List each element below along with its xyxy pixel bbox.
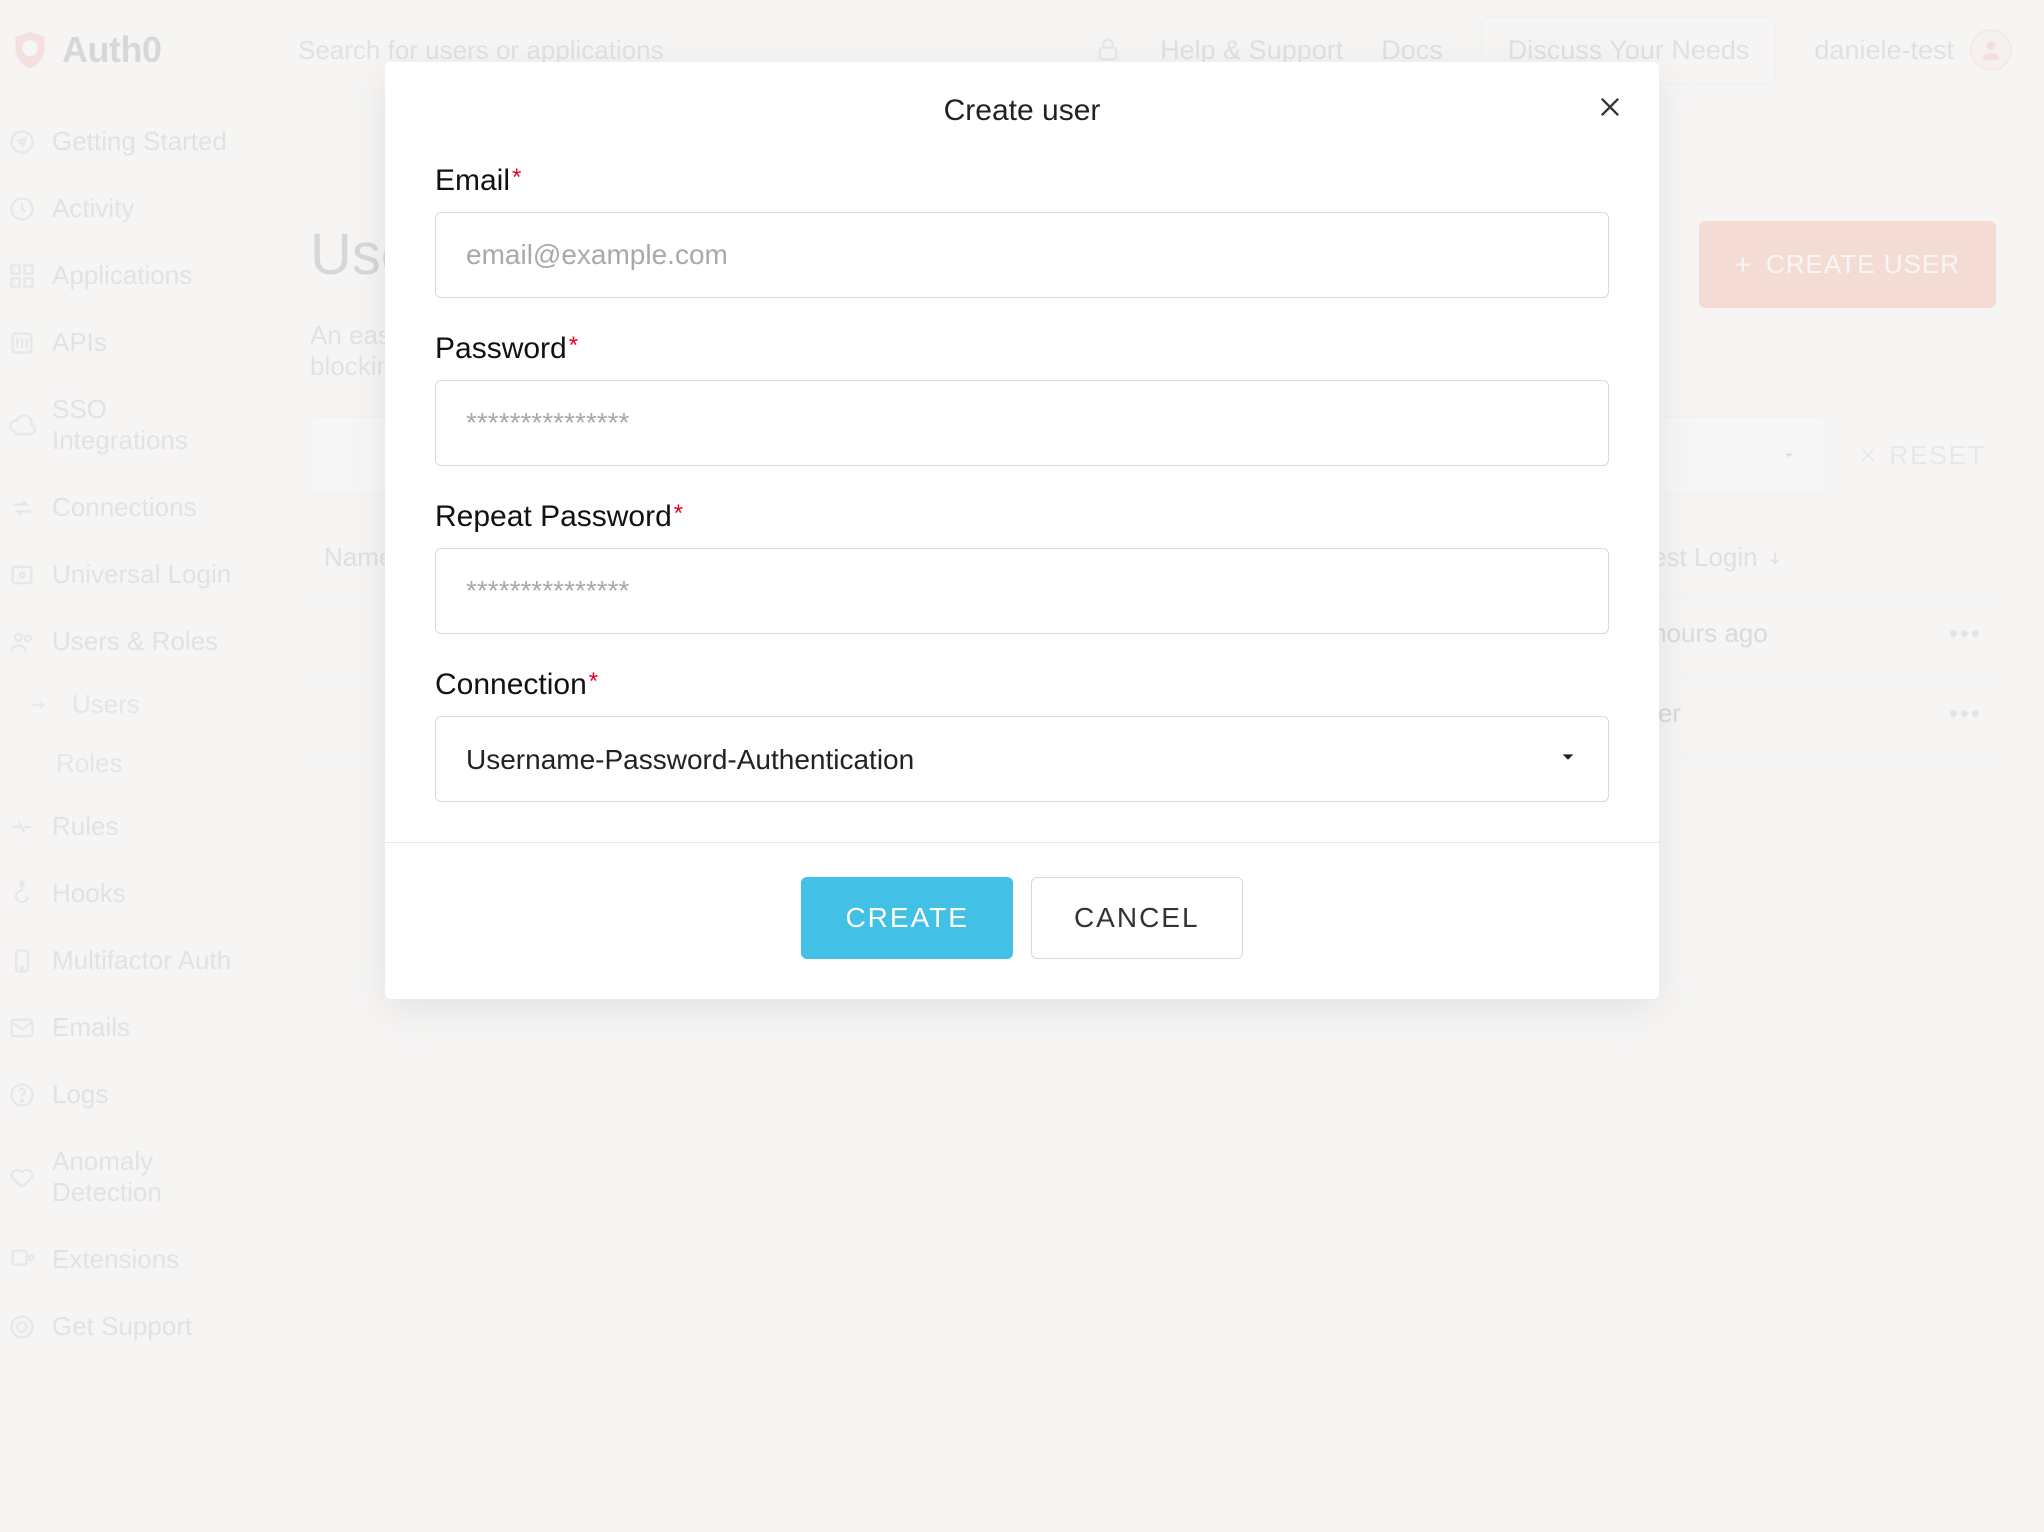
repeat-password-label: Repeat Password* xyxy=(435,500,1609,534)
modal-title: Create user xyxy=(425,94,1619,128)
required-asterisk: * xyxy=(569,332,578,359)
required-asterisk: * xyxy=(589,668,598,695)
email-input[interactable] xyxy=(435,212,1609,298)
required-asterisk: * xyxy=(674,500,683,527)
connection-group: Connection* Username-Password-Authentica… xyxy=(435,668,1609,802)
modal-body: Email* Password* Repeat Password* Connec… xyxy=(385,138,1659,842)
connection-select[interactable]: Username-Password-Authentication xyxy=(435,716,1609,802)
password-input[interactable] xyxy=(435,380,1609,466)
connection-select-wrap: Username-Password-Authentication xyxy=(435,716,1609,802)
close-icon xyxy=(1596,93,1624,121)
modal-close-button[interactable] xyxy=(1591,88,1629,126)
password-group: Password* xyxy=(435,332,1609,466)
cancel-button[interactable]: CANCEL xyxy=(1031,877,1243,959)
repeat-password-input[interactable] xyxy=(435,548,1609,634)
create-button[interactable]: CREATE xyxy=(801,877,1013,959)
required-asterisk: * xyxy=(512,164,521,191)
email-group: Email* xyxy=(435,164,1609,298)
modal-header: Create user xyxy=(385,62,1659,138)
email-label: Email* xyxy=(435,164,1609,198)
create-user-modal: Create user Email* Password* Repeat Pass… xyxy=(385,62,1659,999)
connection-label: Connection* xyxy=(435,668,1609,702)
repeat-password-group: Repeat Password* xyxy=(435,500,1609,634)
password-label: Password* xyxy=(435,332,1609,366)
modal-footer: CREATE CANCEL xyxy=(385,842,1659,999)
